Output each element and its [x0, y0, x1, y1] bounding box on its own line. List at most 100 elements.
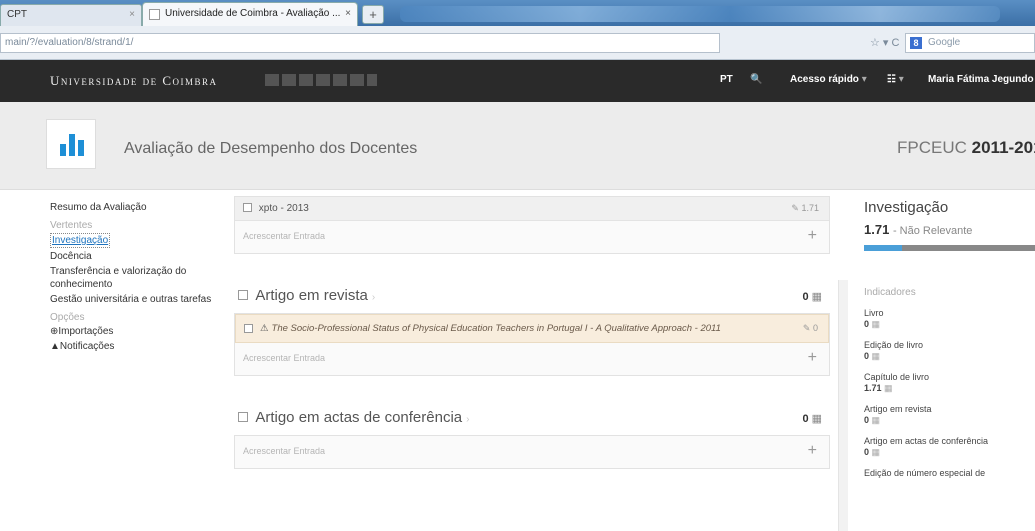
add-icon[interactable]: + — [808, 349, 817, 367]
nav-importacoes-label: Importações — [58, 326, 114, 337]
add-icon[interactable]: + — [808, 227, 817, 245]
add-entry-row[interactable]: Acrescentar Entrada + — [235, 221, 829, 253]
count-value: 0 — [802, 291, 809, 303]
section-title: Artigo em actas de conferência — [255, 409, 463, 426]
chart-icon[interactable]: ▦ — [869, 351, 881, 361]
checkbox[interactable] — [244, 324, 253, 333]
nav-notificacoes[interactable]: ▲Notificações — [50, 340, 220, 353]
logo-subtitle — [265, 74, 377, 86]
nav-item-docencia[interactable]: Docência — [50, 250, 220, 263]
google-icon: 8 — [910, 37, 922, 49]
language-switch[interactable]: PT — [720, 74, 733, 85]
scrollbar[interactable] — [838, 280, 848, 531]
edit-score[interactable]: ✎ 1.71 — [791, 203, 819, 214]
chart-icon[interactable]: ▦ — [869, 415, 881, 425]
close-icon[interactable]: × — [129, 9, 135, 20]
indicator-name: Edição de número especial de — [864, 468, 986, 478]
help-icon[interactable]: › — [372, 292, 375, 303]
tab-label: CPT — [7, 9, 27, 20]
chart-icon[interactable]: ▦ — [812, 413, 822, 425]
main-content: xpto - 2013 ✎ 1.71 Acrescentar Entrada +… — [234, 196, 830, 496]
indicator-name: Edição de livro — [864, 340, 924, 350]
add-icon[interactable]: + — [808, 442, 817, 460]
nav-section-vertentes: Vertentes — [50, 220, 93, 231]
browser-tab-active[interactable]: Universidade de Coimbra - Avaliação ... … — [142, 2, 358, 26]
indicators-heading: Indicadores — [864, 287, 916, 298]
browser-tab-bar: CPT × Universidade de Coimbra - Avaliaçã… — [0, 0, 1035, 26]
nav-notificacoes-label: Notificações — [59, 341, 115, 352]
indicator-item: Livro 0 ▦ — [864, 308, 1035, 330]
indicator-item: Artigo em actas de conferência 0 ▦ — [864, 436, 1035, 458]
page-title: Avaliação de Desempenho dos Docentes — [124, 140, 418, 157]
chart-icon[interactable]: ▦ — [812, 291, 822, 303]
entry-row[interactable]: xpto - 2013 ✎ 1.71 — [235, 197, 829, 221]
indicator-item: Edição de livro 0 ▦ — [864, 340, 1035, 362]
section-count: 0 ▦ — [802, 412, 822, 425]
progress-fill — [864, 245, 902, 251]
indicator-name: Capítulo de livro — [864, 372, 930, 382]
nav-summary[interactable]: Resumo da Avaliação — [50, 201, 220, 214]
checkbox[interactable] — [243, 203, 252, 212]
bar-chart-icon — [46, 119, 96, 169]
progress-bar — [864, 245, 1035, 251]
university-logo[interactable]: Universidade de Coimbra — [50, 73, 218, 89]
entry-panel: Acrescentar Entrada + — [234, 435, 830, 469]
indicator-value: 1.71 ▦ — [864, 383, 1035, 394]
edit-score[interactable]: ✎ 0 — [803, 322, 818, 335]
close-icon[interactable]: × — [345, 8, 351, 19]
quick-access-label: Acesso rápido — [790, 74, 859, 85]
nav-item-gestao[interactable]: Gestão universitária e outras tarefas — [50, 293, 220, 306]
section-header-artigo-actas: Artigo em actas de conferência › 0 ▦ — [234, 403, 830, 435]
period-year: 2011-2013 — [971, 138, 1035, 157]
section-title: Artigo em revista — [255, 287, 368, 304]
indicator-value: 0 ▦ — [864, 319, 1035, 330]
search-input[interactable]: 8 Google — [905, 33, 1035, 53]
tab-label: Universidade de Coimbra - Avaliação ... — [165, 8, 341, 19]
indicator-value: 0 ▦ — [864, 351, 1035, 362]
publication-score: 0 — [812, 323, 818, 333]
add-entry-placeholder: Acrescentar Entrada — [243, 231, 326, 241]
notification-icon: ▲ — [50, 341, 60, 352]
score-label: - Não Relevante — [892, 225, 973, 237]
indicator-name: Livro — [864, 308, 884, 318]
org-period: FPCEUC 2011-2013 — [897, 138, 1035, 158]
indicator-value: 0 ▦ — [864, 447, 1035, 458]
url-text: main/?/evaluation/8/strand/1/ — [5, 37, 134, 48]
user-menu[interactable]: Maria Fátima Jegundo — [928, 74, 1034, 85]
entry-score: 1.71 — [801, 203, 819, 213]
add-entry-placeholder: Acrescentar Entrada — [243, 446, 326, 456]
indicator-item: Capítulo de livro 1.71 ▦ — [864, 372, 1035, 394]
add-entry-row[interactable]: Acrescentar Entrada + — [235, 436, 829, 468]
help-icon[interactable]: › — [466, 414, 469, 425]
nav-importacoes[interactable]: ⊕Importações — [50, 325, 220, 338]
site-header: Universidade de Coimbra PT 🔍 Acesso rápi… — [0, 60, 1035, 102]
nav-item-investigacao[interactable]: Investigação — [50, 233, 111, 248]
indicator-list: Livro 0 ▦ Edição de livro 0 ▦ Capítulo de li… — [864, 308, 1035, 479]
org-name: FPCEUC — [897, 138, 967, 157]
address-bar[interactable]: main/?/evaluation/8/strand/1/ — [0, 33, 720, 53]
checkbox[interactable] — [238, 290, 248, 300]
browser-tab-previous[interactable]: CPT × — [0, 4, 142, 26]
chart-icon[interactable]: ▦ — [882, 383, 893, 393]
score-value: 1.71 — [864, 222, 890, 237]
chart-icon[interactable]: ▦ — [869, 447, 881, 457]
indicator-name: Artigo em revista — [864, 404, 932, 414]
indicator-name: Artigo em actas de conferência — [864, 436, 989, 446]
bookmark-icon[interactable]: ☆ ▾ C — [870, 36, 899, 49]
quick-access-menu[interactable]: Acesso rápido ▾ — [790, 74, 867, 85]
nav-item-transferencia[interactable]: Transferência e valorização do conhecime… — [50, 265, 220, 291]
page-icon — [149, 9, 160, 20]
search-icon[interactable]: 🔍 — [750, 74, 762, 85]
entry-panel: xpto - 2013 ✎ 1.71 Acrescentar Entrada + — [234, 196, 830, 254]
chart-icon[interactable]: ▦ — [869, 319, 881, 329]
publication-title: The Socio-Professional Status of Physica… — [271, 323, 721, 334]
entry-label: xpto - 2013 — [258, 203, 309, 214]
apps-grid-icon[interactable]: ☷ ▾ — [887, 74, 904, 85]
publication-row[interactable]: ⚠ The Socio-Professional Status of Physic… — [235, 314, 829, 343]
indicator-value-text: 1.71 — [864, 383, 882, 393]
indicator-item: Edição de número especial de — [864, 468, 1035, 479]
add-entry-placeholder: Acrescentar Entrada — [243, 353, 326, 363]
new-tab-button[interactable]: + — [362, 5, 384, 24]
add-entry-row[interactable]: Acrescentar Entrada + — [235, 343, 829, 375]
checkbox[interactable] — [238, 412, 248, 422]
